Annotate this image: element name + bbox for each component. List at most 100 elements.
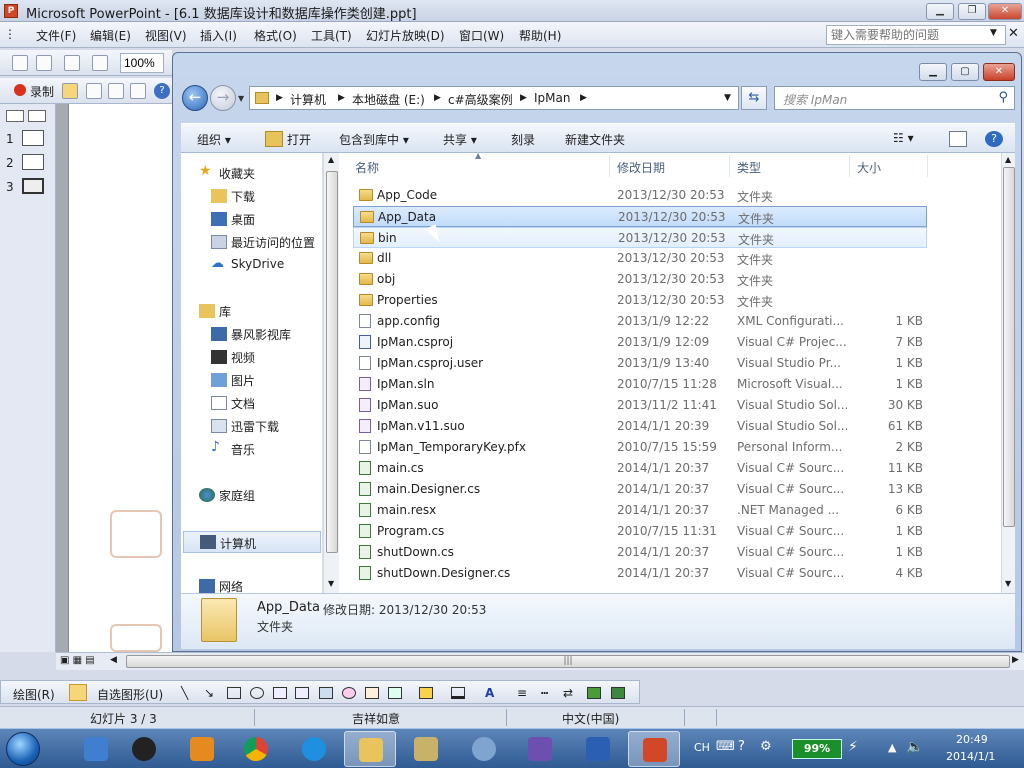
outline-tab-icon[interactable] [6,110,24,122]
export-icon[interactable] [130,83,146,99]
keyboard-icon[interactable]: ⌨ [716,739,735,754]
taskbar-app-explorer[interactable] [344,731,396,767]
help-icon[interactable]: ? [154,83,170,99]
forward-button[interactable]: → [210,85,236,111]
file-row[interactable]: Program.cs 2010/7/15 11:31 Visual C# Sourc… [353,521,927,542]
taskbar-app-qq[interactable] [118,731,170,767]
slides-tab-icon[interactable] [28,110,46,122]
file-row[interactable]: shutDown.cs 2014/1/1 20:37 Visual C# Sourc… [353,542,927,563]
column-divider[interactable] [729,155,730,177]
dash-style-icon[interactable]: ┅ [541,686,548,700]
oval-tool-icon[interactable] [250,687,264,699]
column-name-header[interactable]: 名称 [355,159,379,176]
open-icon[interactable] [36,55,52,71]
burn-button[interactable]: 刻录 [511,131,535,148]
file-row[interactable]: IpMan.suo 2013/11/2 11:41 Visual Studio So… [353,395,927,416]
vertical-textbox-icon[interactable] [295,687,309,699]
show-hidden-icons[interactable]: ▲ [888,741,896,754]
taskbar-app-gift[interactable] [176,731,228,767]
column-divider[interactable] [849,155,850,177]
chevron-right-icon[interactable]: ▶ [276,93,283,103]
file-row[interactable]: main.resx 2014/1/1 20:37 .NET Managed ... 6… [353,500,927,521]
taskbar-app-word[interactable] [572,731,624,767]
record-icon[interactable] [14,84,26,96]
column-size-header[interactable]: 大小 [857,159,881,176]
rectangle-tool-icon[interactable] [227,687,241,699]
fill-color-icon[interactable] [419,687,433,699]
help-dropdown-icon[interactable]: ▼ [990,28,997,38]
taskbar-app-people[interactable] [458,731,510,767]
taskbar-app-tools[interactable] [400,731,452,767]
scroll-right-icon[interactable]: ▶ [1012,655,1019,665]
column-divider[interactable] [609,155,610,177]
select-arrow-icon[interactable] [69,684,87,701]
file-row[interactable]: main.Designer.cs 2014/1/1 20:37 Visual C# … [353,479,927,500]
textbox-tool-icon[interactable] [273,687,287,699]
refresh-button[interactable]: ⇆ [741,86,767,110]
close-button[interactable]: ✕ [988,3,1022,20]
outline-slides-tabs[interactable] [2,108,50,124]
menu-format[interactable]: 格式(O) [254,27,297,44]
breadcrumb-current[interactable]: IpMan [534,91,570,105]
minimize-button[interactable]: ▁ [926,3,954,20]
line-tool-icon[interactable]: ╲ [181,686,188,700]
back-button[interactable]: ← [182,85,208,111]
file-row[interactable]: main.cs 2014/1/1 20:37 Visual C# Sourc... 1… [353,458,927,479]
powerpoint-app-icon[interactable]: P [4,4,18,18]
new-icon[interactable] [12,55,28,71]
start-button[interactable] [6,732,40,766]
slide-canvas[interactable] [68,104,172,652]
menu-edit[interactable]: 编辑(E) [90,27,131,44]
autoshapes-menu[interactable]: 自选图形(U) [97,686,163,703]
file-row[interactable]: App_Data 2013/12/30 20:53 文件夹 [353,206,927,227]
help-icon[interactable]: ? [985,131,1003,147]
column-type-header[interactable]: 类型 [737,159,761,176]
wordart-icon[interactable] [319,687,333,699]
slide-thumb-2[interactable]: 2 [6,154,44,170]
slide-thumb-3[interactable]: 3 [6,178,44,194]
chevron-right-icon[interactable]: ▶ [580,93,587,103]
taskbar-app-vs[interactable] [514,731,566,767]
scroll-thumb[interactable] [326,171,338,553]
shadow-style-icon[interactable] [587,687,601,699]
breadcrumb-drive[interactable]: 本地磁盘 (E:) [352,91,425,108]
column-date-header[interactable]: 修改日期 [617,159,665,176]
search-input[interactable]: 搜索 IpMan ⚲ [774,86,1015,110]
menu-window[interactable]: 窗口(W) [459,27,504,44]
search-icon[interactable]: ⚲ [998,90,1008,105]
share-button[interactable]: 共享 ▾ [443,131,477,148]
chevron-right-icon[interactable]: ▶ [434,93,441,103]
document-close-icon[interactable]: ✕ [1008,26,1019,41]
address-dropdown-icon[interactable]: ▼ [724,93,731,103]
history-dropdown-icon[interactable]: ▼ [238,94,244,103]
line-color-icon[interactable] [451,687,465,699]
tray-settings-icon[interactable]: ⚙ [760,739,772,754]
help-tray-icon[interactable]: ? [738,739,745,754]
clock-time[interactable]: 20:49 [956,733,988,746]
chevron-right-icon[interactable]: ▶ [520,93,527,103]
menu-slideshow[interactable]: 幻灯片放映(D) [366,27,445,44]
file-row[interactable]: IpMan.csproj 2013/1/9 12:09 Visual C# Proj… [353,332,927,353]
taskbar-app-ie[interactable] [288,731,340,767]
nav-pane-scrollbar[interactable]: ▲ ▼ [323,153,339,593]
scroll-thumb[interactable] [1003,167,1015,527]
include-in-library-button[interactable]: 包含到库中 ▾ [339,131,409,148]
file-row[interactable]: IpMan.sln 2010/7/15 11:28 Microsoft Visual… [353,374,927,395]
battery-indicator[interactable]: 99% [792,739,842,759]
diagram-icon[interactable] [342,687,356,699]
nav-computer[interactable]: 计算机 [183,531,321,553]
arrow-style-icon[interactable]: ⇄ [563,686,573,700]
address-bar[interactable]: ▶ 计算机 ▶ 本地磁盘 (E:) ▶ c#高级案例 ▶ IpMan ▶ ▼ [249,86,739,110]
spelling-icon[interactable] [92,55,108,71]
scroll-down-icon[interactable]: ▼ [328,579,334,588]
view-buttons[interactable]: ▣ ▦ ▤ [60,655,95,666]
preview-pane-icon[interactable] [949,131,967,147]
open-button[interactable]: 打开 [287,131,311,148]
file-list-scrollbar[interactable]: ▲ ▼ [1001,153,1015,593]
taskbar-app-bird[interactable] [70,731,122,767]
menu-file[interactable]: 文件(F) [36,27,76,44]
3d-style-icon[interactable] [611,687,625,699]
file-row[interactable]: app.config 2013/1/9 12:22 XML Configurati.… [353,311,927,332]
arrow-tool-icon[interactable]: ↘ [204,686,214,700]
breadcrumb-computer[interactable]: 计算机 [290,91,326,108]
